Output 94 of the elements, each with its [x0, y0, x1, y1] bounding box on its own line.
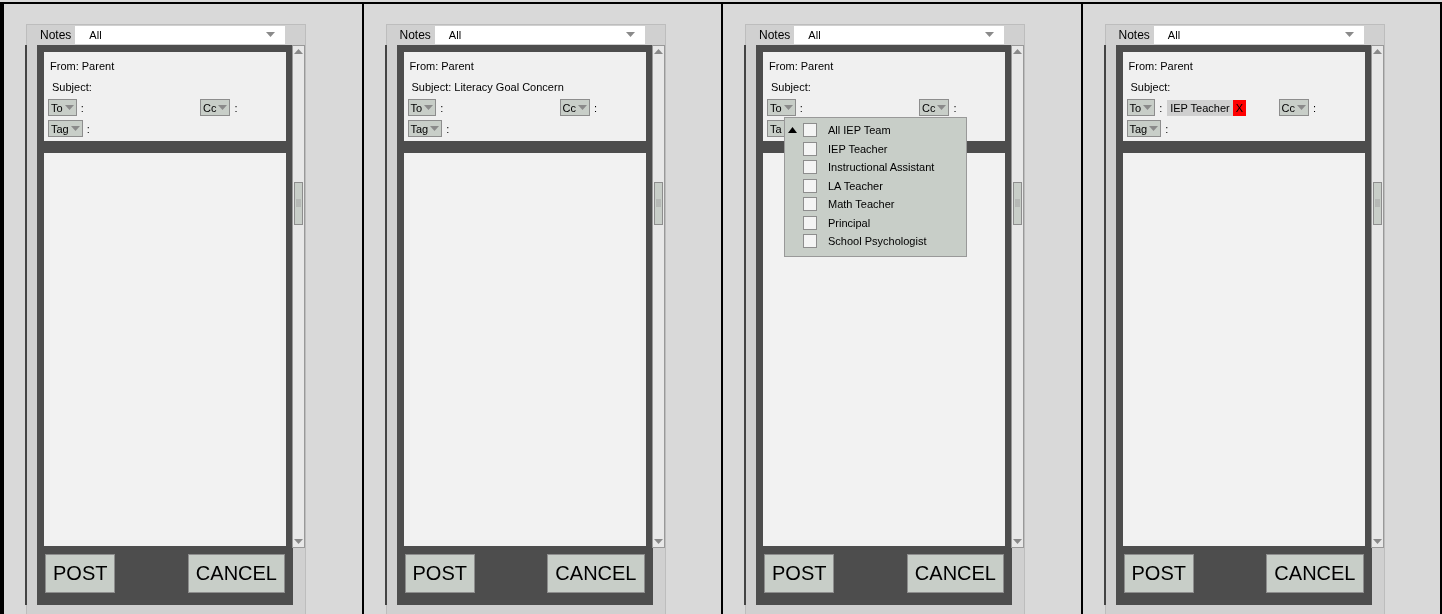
- message-body-field[interactable]: [1122, 153, 1365, 546]
- checkbox[interactable]: [803, 234, 817, 249]
- scroll-thumb-icon[interactable]: [1372, 182, 1382, 225]
- caret-icon: [218, 104, 228, 111]
- tag-dropdown[interactable]: Tag: [407, 120, 443, 137]
- cc-dropdown[interactable]: Cc: [919, 99, 950, 116]
- checkbox[interactable]: [803, 160, 817, 175]
- option-label[interactable]: All IEP Team: [828, 124, 891, 137]
- option-label[interactable]: School Psychologist: [828, 235, 927, 248]
- colon-label: :: [593, 101, 597, 114]
- colon-label: :: [1159, 101, 1163, 114]
- to-dropdown[interactable]: To: [1126, 99, 1156, 116]
- scroll-up-icon[interactable]: [294, 48, 303, 54]
- notes-filter-select[interactable]: All: [794, 26, 1005, 44]
- option-label[interactable]: IEP Teacher: [828, 142, 888, 155]
- scroll-thumb-icon[interactable]: [653, 182, 663, 225]
- scrollbar[interactable]: [292, 45, 305, 548]
- colon-label: :: [1165, 122, 1169, 135]
- option-label[interactable]: LA Teacher: [828, 179, 883, 192]
- cancel-button[interactable]: CANCEL: [187, 554, 285, 593]
- notes-filter-select[interactable]: All: [434, 26, 645, 44]
- scroll-thumb-icon[interactable]: [1013, 182, 1022, 225]
- subject-field[interactable]: Subject: Literacy Goal Concern: [411, 80, 564, 93]
- scroll-down-icon[interactable]: [294, 539, 303, 545]
- scroll-down-icon[interactable]: [1372, 539, 1382, 545]
- scroll-thumb-icon[interactable]: [294, 182, 303, 225]
- option-label[interactable]: Instructional Assistant: [828, 161, 935, 174]
- checkbox[interactable]: [803, 123, 817, 138]
- cancel-button[interactable]: CANCEL: [906, 554, 1004, 593]
- caret-icon: [1296, 104, 1306, 111]
- colon-label: :: [440, 101, 444, 114]
- colon-label: :: [953, 101, 957, 114]
- cc-dropdown[interactable]: Cc: [200, 99, 231, 116]
- option-label[interactable]: Principal: [828, 216, 871, 229]
- scroll-up-icon[interactable]: [1013, 48, 1022, 54]
- colon-label: :: [86, 122, 90, 135]
- caret-icon: [985, 32, 995, 38]
- scroll-up-icon[interactable]: [653, 48, 663, 54]
- colon-label: :: [799, 101, 803, 114]
- colon-label: :: [446, 122, 450, 135]
- caret-icon[interactable]: [788, 127, 797, 134]
- subject-field[interactable]: Subject:: [52, 80, 92, 93]
- scroll-down-icon[interactable]: [1013, 539, 1022, 545]
- caret-icon: [1149, 125, 1159, 132]
- checkbox[interactable]: [803, 215, 817, 230]
- scrollbar[interactable]: [1011, 45, 1024, 548]
- caret-icon: [70, 125, 80, 132]
- from-label: From: Parent: [50, 59, 115, 72]
- scroll-up-icon[interactable]: [1372, 48, 1382, 54]
- cc-dropdown[interactable]: Cc: [559, 99, 590, 116]
- notes-label: Notes: [759, 28, 791, 42]
- checkbox[interactable]: [803, 197, 817, 212]
- caret-icon: [783, 104, 793, 111]
- subject-field[interactable]: Subject:: [1130, 80, 1171, 93]
- message-body-field[interactable]: [44, 153, 286, 546]
- message-body-field[interactable]: [403, 153, 646, 546]
- tag-dropdown[interactable]: Tag: [48, 120, 83, 137]
- from-label: From: Parent: [409, 59, 474, 72]
- post-button[interactable]: POST: [404, 554, 475, 593]
- notes-label: Notes: [1118, 28, 1150, 42]
- from-label: From: Parent: [1128, 59, 1193, 72]
- cancel-button[interactable]: CANCEL: [547, 554, 645, 593]
- recipient-chip: IEP Teacher: [1167, 99, 1233, 116]
- caret-icon: [577, 104, 587, 111]
- caret-icon: [430, 125, 440, 132]
- notes-filter-select[interactable]: All: [75, 26, 286, 44]
- checkbox[interactable]: [803, 141, 817, 156]
- notes-label: Notes: [399, 28, 431, 42]
- caret-icon: [64, 104, 74, 111]
- caret-icon: [625, 32, 635, 38]
- caret-icon: [937, 104, 947, 111]
- to-dropdown[interactable]: To: [407, 99, 437, 116]
- caret-icon: [424, 104, 434, 111]
- to-dropdown[interactable]: To: [48, 99, 77, 116]
- caret-icon: [1344, 32, 1354, 38]
- cancel-button[interactable]: CANCEL: [1266, 554, 1364, 593]
- option-label[interactable]: Math Teacher: [828, 198, 895, 211]
- colon-label: :: [1312, 101, 1316, 114]
- post-button[interactable]: POST: [764, 554, 835, 593]
- tag-dropdown[interactable]: Tag: [1126, 120, 1162, 137]
- post-button[interactable]: POST: [45, 554, 116, 593]
- scroll-down-icon[interactable]: [653, 539, 663, 545]
- checkbox[interactable]: [803, 178, 817, 193]
- notes-label: Notes: [40, 28, 72, 42]
- notes-filter-select[interactable]: All: [1153, 26, 1364, 44]
- subject-field[interactable]: Subject:: [771, 80, 811, 93]
- caret-icon: [266, 32, 276, 38]
- to-dropdown[interactable]: To: [767, 99, 796, 116]
- cc-dropdown[interactable]: Cc: [1278, 99, 1309, 116]
- colon-label: :: [80, 101, 84, 114]
- post-button[interactable]: POST: [1123, 554, 1194, 593]
- caret-icon: [1143, 104, 1153, 111]
- from-label: From: Parent: [769, 59, 834, 72]
- colon-label: :: [234, 101, 238, 114]
